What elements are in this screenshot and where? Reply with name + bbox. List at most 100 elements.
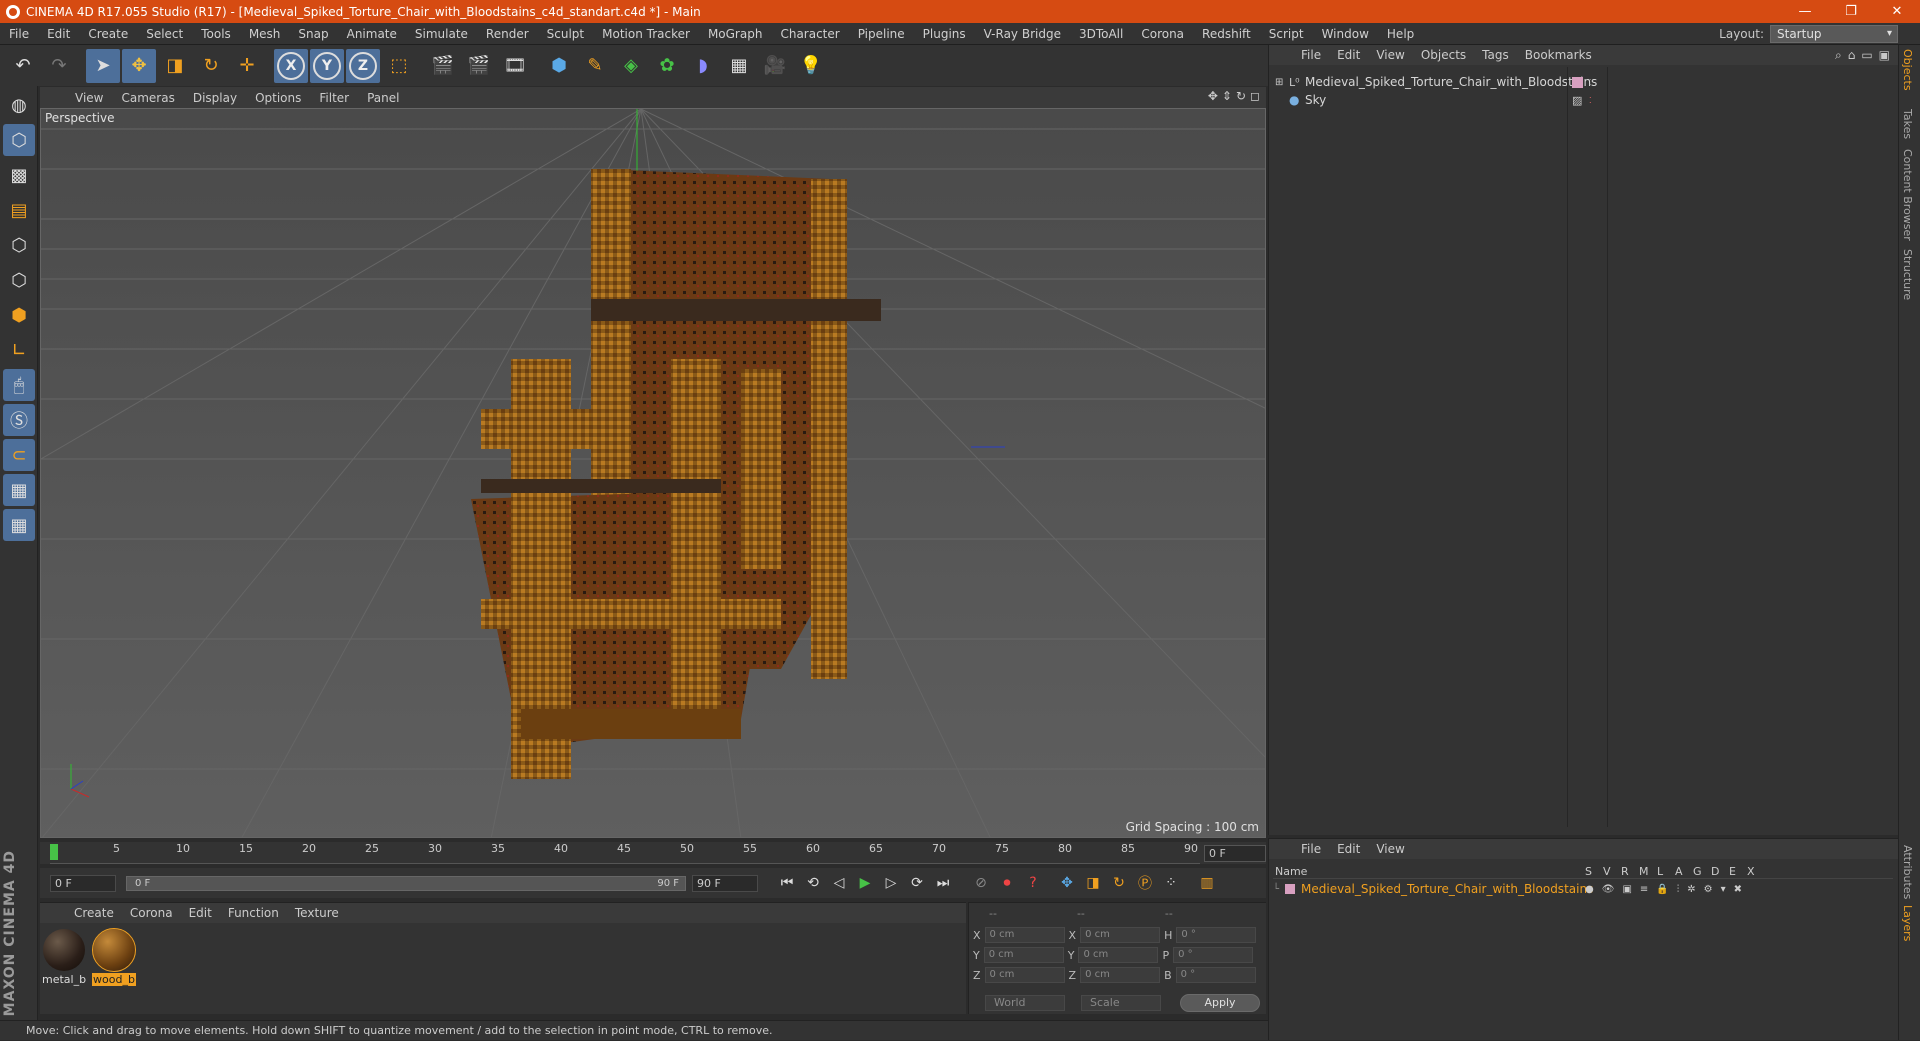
visibility-dots-icon[interactable]: ⁚	[1589, 78, 1592, 87]
menu-motion-tracker[interactable]: Motion Tracker	[593, 27, 699, 41]
menu-simulate[interactable]: Simulate	[406, 27, 477, 41]
previous-key-icon[interactable]: ⟲	[800, 871, 826, 895]
solo-toggle-icon[interactable]: ●	[1585, 884, 1594, 895]
menu-file[interactable]: File	[0, 27, 38, 41]
menu-vray-bridge[interactable]: V-Ray Bridge	[975, 27, 1070, 41]
minimize-button[interactable]: —	[1782, 0, 1828, 23]
size-x-field[interactable]: 0 cm	[1080, 927, 1161, 943]
go-to-start-icon[interactable]: ⏮	[774, 871, 800, 895]
apply-button[interactable]: Apply	[1180, 994, 1260, 1012]
tab-attributes[interactable]: Attributes	[1901, 845, 1914, 899]
timeline-playhead[interactable]	[50, 844, 58, 860]
object-menu-view[interactable]: View	[1368, 48, 1412, 62]
redo-icon[interactable]: ↷	[42, 49, 76, 83]
key-rotation-icon[interactable]: ↻	[1106, 871, 1132, 895]
material-menu-corona[interactable]: Corona	[122, 906, 181, 920]
material-menu-texture[interactable]: Texture	[287, 906, 347, 920]
pen-spline-icon[interactable]: ✎	[578, 49, 612, 83]
layer-menu-view[interactable]: View	[1368, 842, 1412, 856]
object-menu-edit[interactable]: Edit	[1329, 48, 1368, 62]
texture-mode-icon[interactable]: ▩	[3, 159, 35, 191]
menu-snap[interactable]: Snap	[289, 27, 337, 41]
transform-tool-icon[interactable]: ✛	[230, 49, 264, 83]
live-selection-icon[interactable]: ➤	[86, 48, 120, 83]
tab-takes[interactable]: Takes	[1901, 109, 1914, 139]
visibility-dots-icon[interactable]: ⁚	[1589, 96, 1592, 105]
object-row-chair[interactable]: ⊞ L⁰ Medieval_Spiked_Torture_Chair_with_…	[1269, 73, 1899, 91]
menu-animate[interactable]: Animate	[338, 27, 406, 41]
object-menu-tags[interactable]: Tags	[1474, 48, 1517, 62]
menu-plugins[interactable]: Plugins	[914, 27, 975, 41]
key-parameter-icon[interactable]: Ⓟ	[1132, 871, 1158, 895]
material-menu-edit[interactable]: Edit	[181, 906, 220, 920]
material-menu-function[interactable]: Function	[220, 906, 287, 920]
restore-button[interactable]: ❐	[1828, 0, 1874, 23]
menu-redshift[interactable]: Redshift	[1193, 27, 1260, 41]
render-picture-viewer-icon[interactable]: 🎬	[462, 49, 496, 83]
generators-toggle-icon[interactable]: ✲	[1687, 884, 1695, 895]
x-axis-lock-icon[interactable]: X	[274, 48, 308, 83]
object-menu-objects[interactable]: Objects	[1413, 48, 1474, 62]
key-position-icon[interactable]: ✥	[1054, 871, 1080, 895]
workplane-mode-icon[interactable]: ▤	[3, 194, 35, 226]
menu-mograph[interactable]: MoGraph	[699, 27, 772, 41]
model-mode-icon[interactable]: ⬡	[3, 124, 35, 156]
points-mode-icon[interactable]: ⬡	[3, 229, 35, 261]
tab-objects[interactable]: Objects	[1901, 49, 1914, 91]
key-pla-icon[interactable]: ⁘	[1158, 871, 1184, 895]
viewport-menu-panel[interactable]: Panel	[358, 91, 408, 105]
menu-character[interactable]: Character	[771, 27, 848, 41]
snap-icon[interactable]: ⊂	[3, 439, 35, 471]
cloner-icon[interactable]: ✿	[650, 49, 684, 83]
view-toggle-icon[interactable]: 👁	[1602, 884, 1615, 895]
material-swatch-wood[interactable]: wood_b	[92, 928, 136, 986]
menu-create[interactable]: Create	[79, 27, 137, 41]
rotation-b-field[interactable]: 0 °	[1175, 967, 1256, 983]
start-frame-field[interactable]: 0 F	[50, 874, 116, 892]
timeline-window-icon[interactable]: ▥	[1194, 871, 1220, 895]
viewport-zoom-icon[interactable]: ⇕	[1222, 89, 1232, 103]
scale-tool-icon[interactable]: ◨	[158, 49, 192, 83]
manager-toggle-icon[interactable]: ≡	[1640, 884, 1648, 895]
coordinate-system-select[interactable]: World	[985, 995, 1065, 1011]
new-view-icon[interactable]: ▭	[1861, 48, 1872, 63]
size-mode-select[interactable]: Scale	[1081, 995, 1161, 1011]
size-z-field[interactable]: 0 cm	[1080, 967, 1161, 983]
expressions-toggle-icon[interactable]: ▾	[1721, 884, 1726, 895]
rotation-p-field[interactable]: 0 °	[1173, 947, 1254, 963]
render-settings-icon[interactable]: 🎞	[498, 49, 532, 83]
tab-structure[interactable]: Structure	[1901, 249, 1914, 300]
deformers-toggle-icon[interactable]: ⚙	[1704, 884, 1713, 895]
deformer-icon[interactable]: ◗	[686, 49, 720, 83]
render-toggle-icon[interactable]: ▣	[1622, 884, 1631, 895]
object-row-sky[interactable]: ● Sky ▨ ⁚	[1269, 91, 1899, 109]
render-view-icon[interactable]: 🎬	[426, 49, 460, 83]
frame-range-slider[interactable]: 0 F 90 F	[126, 875, 686, 891]
previous-frame-icon[interactable]: ◁	[826, 871, 852, 895]
menu-tools[interactable]: Tools	[192, 27, 240, 41]
material-menu-create[interactable]: Create	[66, 906, 122, 920]
animation-toggle-icon[interactable]: ⫶	[1677, 884, 1680, 895]
menu-render[interactable]: Render	[477, 27, 538, 41]
close-button[interactable]: ✕	[1874, 0, 1920, 23]
layer-color-tag[interactable]	[1572, 76, 1583, 88]
make-editable-icon[interactable]: ◍	[3, 89, 35, 121]
edges-mode-icon[interactable]: ⬡	[3, 264, 35, 296]
position-x-field[interactable]: 0 cm	[984, 927, 1065, 943]
record-keys-icon[interactable]: ⊘	[968, 871, 994, 895]
layer-row[interactable]: └ Medieval_Spiked_Torture_Chair_with_Blo…	[1273, 881, 1893, 897]
planar-workplane-icon[interactable]: ▦	[3, 509, 35, 541]
menu-edit[interactable]: Edit	[38, 27, 79, 41]
move-tool-icon[interactable]: ✥	[122, 48, 156, 83]
keyframe-selection-icon[interactable]: ?	[1020, 871, 1046, 895]
workplane-lock-icon[interactable]: ▦	[3, 474, 35, 506]
rotate-tool-icon[interactable]: ↻	[194, 49, 228, 83]
current-frame-field[interactable]: 0 F	[1204, 845, 1266, 862]
floor-icon[interactable]: ▦	[722, 49, 756, 83]
object-menu-bookmarks[interactable]: Bookmarks	[1517, 48, 1600, 62]
viewport-maximize-icon[interactable]: ◻	[1250, 89, 1260, 103]
menu-help[interactable]: Help	[1378, 27, 1423, 41]
perspective-viewport[interactable]: Perspective Grid Spacing : 100 cm	[40, 108, 1266, 838]
tweak-mode-icon[interactable]: 🖱	[3, 369, 35, 401]
tab-layers[interactable]: Layers	[1901, 905, 1914, 941]
